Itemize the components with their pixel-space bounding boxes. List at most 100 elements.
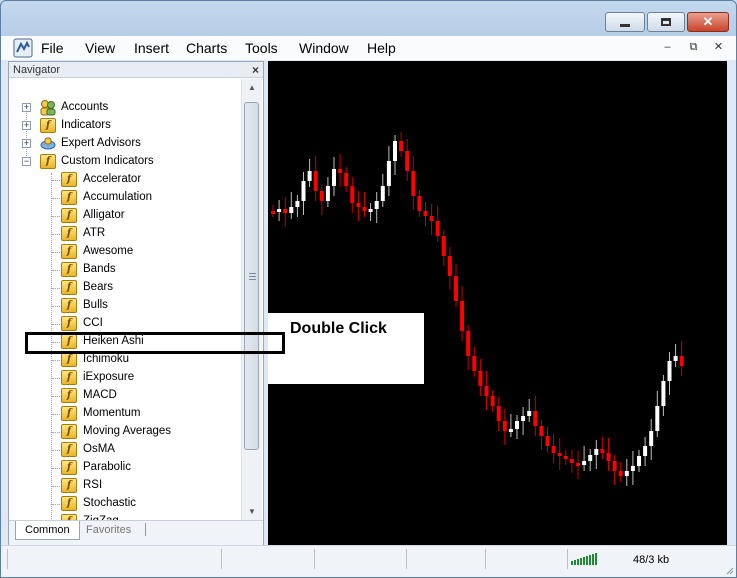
tree-connector bbox=[52, 216, 60, 217]
expert-advisor-icon bbox=[40, 137, 56, 150]
menu-view[interactable]: View bbox=[85, 40, 115, 56]
scroll-down-icon[interactable]: ▼ bbox=[242, 503, 262, 520]
candle-body bbox=[576, 463, 580, 466]
scroll-up-icon[interactable]: ▲ bbox=[242, 79, 262, 96]
candle-body bbox=[643, 446, 648, 456]
tree-item-accelerator[interactable]: f Accelerator bbox=[9, 171, 241, 189]
candle-body bbox=[417, 196, 422, 211]
tab-common[interactable]: Common bbox=[15, 521, 80, 540]
tree-item-label: MACD bbox=[83, 389, 117, 401]
status-divider bbox=[314, 549, 315, 569]
tree-connector bbox=[52, 324, 60, 325]
candle-body bbox=[441, 236, 446, 256]
candle-body bbox=[673, 356, 678, 361]
menu-insert[interactable]: Insert bbox=[134, 40, 169, 56]
tree-item-atr[interactable]: f ATR bbox=[9, 225, 241, 243]
expand-icon[interactable]: + bbox=[22, 103, 31, 112]
menu-file[interactable]: File bbox=[41, 40, 64, 56]
candle-body bbox=[649, 431, 654, 446]
status-bar: 48/3 kb bbox=[1, 545, 736, 577]
candle-body bbox=[460, 301, 465, 331]
navigator-close-button[interactable]: × bbox=[252, 62, 259, 78]
candle-body bbox=[484, 386, 489, 396]
status-divider bbox=[485, 549, 486, 569]
collapse-icon[interactable]: − bbox=[22, 157, 31, 166]
price-chart[interactable]: Double Click bbox=[268, 61, 727, 545]
tree-item-indicators[interactable]: + f Indicators bbox=[9, 117, 241, 135]
navigator-scrollbar[interactable]: ▲ ▼ bbox=[241, 79, 262, 520]
tree-item-cci[interactable]: f CCI bbox=[9, 315, 241, 333]
tree-item-label: CCI bbox=[83, 317, 103, 329]
tree-item-label: Parabolic bbox=[83, 461, 131, 473]
chart-close-button[interactable]: ✕ bbox=[709, 39, 728, 56]
tree-item-bands[interactable]: f Bands bbox=[9, 261, 241, 279]
resize-grip-icon[interactable] bbox=[724, 565, 734, 575]
candle-body bbox=[368, 209, 373, 212]
tree-item-label: Bears bbox=[83, 281, 114, 293]
tree-item-momentum[interactable]: f Momentum bbox=[9, 405, 241, 423]
menu-charts[interactable]: Charts bbox=[186, 40, 227, 56]
tree-item-moving-averages[interactable]: f Moving Averages bbox=[9, 423, 241, 441]
candle-body bbox=[301, 181, 306, 201]
menu-window[interactable]: Window bbox=[299, 40, 349, 56]
grip-line bbox=[249, 279, 256, 280]
tree-item-custom-indicators[interactable]: − f Custom Indicators bbox=[9, 153, 241, 171]
custom-indicator-icon: f bbox=[61, 352, 77, 367]
custom-indicator-icon: f bbox=[61, 406, 77, 421]
tree-item-iexposure[interactable]: f iExposure bbox=[9, 369, 241, 387]
chart-restore-button[interactable]: ⧉ bbox=[684, 39, 703, 56]
candle-body bbox=[600, 449, 605, 453]
candle-body bbox=[380, 186, 385, 201]
tree-item-accounts[interactable]: + Accounts bbox=[9, 99, 241, 117]
tree-item-label: Custom Indicators bbox=[61, 155, 154, 167]
tree-item-parabolic[interactable]: f Parabolic bbox=[9, 459, 241, 477]
tree-item-accumulation[interactable]: f Accumulation bbox=[9, 189, 241, 207]
minimize-window-button[interactable] bbox=[605, 12, 645, 32]
tree-item-label: Accumulation bbox=[83, 191, 153, 203]
scrollbar-thumb[interactable] bbox=[244, 102, 259, 450]
status-divider bbox=[406, 549, 407, 569]
candle-body bbox=[527, 411, 532, 416]
metatrader-app-icon[interactable] bbox=[13, 38, 33, 58]
tree-connector bbox=[52, 198, 60, 199]
expand-icon[interactable]: + bbox=[22, 121, 31, 130]
menu-tools[interactable]: Tools bbox=[245, 40, 278, 56]
expand-icon[interactable]: + bbox=[22, 139, 31, 148]
candle-body bbox=[661, 381, 666, 406]
tree-item-expert-advisors[interactable]: + Expert Advisors bbox=[9, 135, 241, 153]
tree-item-awesome[interactable]: f Awesome bbox=[9, 243, 241, 261]
tree-item-osma[interactable]: f OsMA bbox=[9, 441, 241, 459]
close-window-button[interactable]: ✕ bbox=[687, 12, 729, 32]
tab-favorites[interactable]: Favorites bbox=[77, 521, 140, 539]
chart-minimize-button[interactable]: – bbox=[658, 39, 677, 56]
tree-item-label: Stochastic bbox=[83, 497, 137, 509]
tree-item-label: Expert Advisors bbox=[61, 137, 141, 149]
maximize-window-button[interactable] bbox=[647, 12, 685, 32]
menu-help[interactable]: Help bbox=[367, 40, 396, 56]
tree-item-stochastic[interactable]: f Stochastic bbox=[9, 495, 241, 513]
navigator-header: Navigator × bbox=[9, 62, 263, 78]
candle-body bbox=[478, 371, 483, 386]
tree-item-label: Momentum bbox=[83, 407, 141, 419]
tree-connector bbox=[52, 180, 60, 181]
traffic-status: 48/3 kb bbox=[633, 554, 670, 566]
tree-item-zigzag[interactable]: fZigZag bbox=[9, 513, 241, 520]
candle-body bbox=[606, 453, 611, 461]
custom-indicator-icon: f bbox=[61, 370, 77, 385]
candle-body bbox=[271, 211, 275, 214]
candle-body bbox=[374, 201, 379, 209]
tree-item-rsi[interactable]: f RSI bbox=[9, 477, 241, 495]
tree-connector bbox=[52, 468, 60, 469]
tree-item-alligator[interactable]: f Alligator bbox=[9, 207, 241, 225]
menu-bar: File View Insert Charts Tools Window Hel… bbox=[1, 36, 736, 60]
tree-item-bears[interactable]: f Bears bbox=[9, 279, 241, 297]
tree-item-bulls[interactable]: f Bulls bbox=[9, 297, 241, 315]
custom-indicator-icon: f bbox=[61, 424, 77, 439]
candle-body bbox=[502, 421, 507, 431]
candle-body bbox=[472, 356, 477, 371]
candle-body bbox=[637, 456, 641, 466]
candlestick-chart bbox=[271, 132, 684, 486]
tree-item-macd[interactable]: f MACD bbox=[9, 387, 241, 405]
tree-item-label: RSI bbox=[83, 479, 103, 491]
custom-indicator-icon: f bbox=[61, 460, 77, 475]
